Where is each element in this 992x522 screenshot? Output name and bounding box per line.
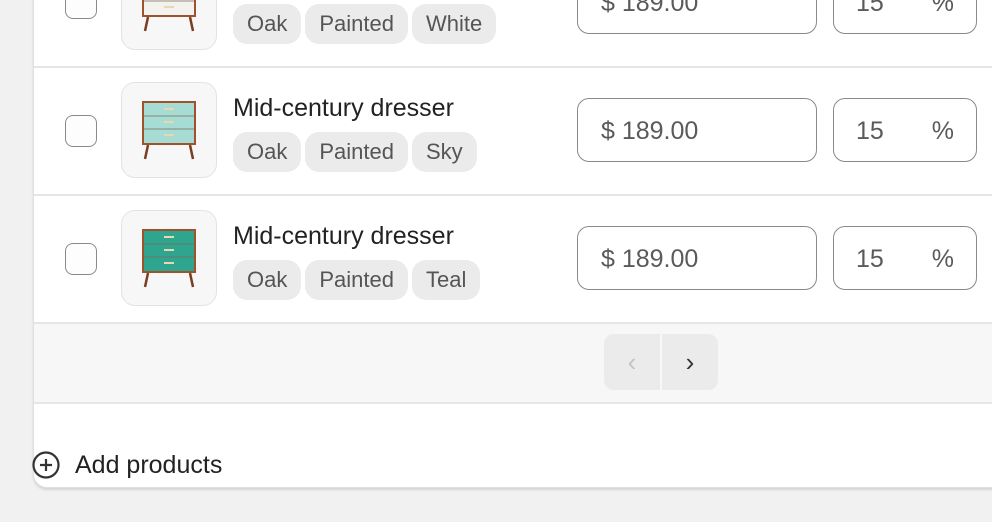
tag-list: Oak Painted Sky	[233, 132, 477, 172]
tag: Painted	[305, 132, 408, 172]
tag: Painted	[305, 260, 408, 300]
discount-value: 15	[856, 117, 884, 145]
next-page-button[interactable]: ›	[662, 334, 718, 390]
previous-page-button[interactable]: ‹	[604, 334, 660, 390]
price-input[interactable]: $ 189.00	[577, 226, 817, 290]
dresser-image	[142, 101, 196, 160]
add-products-label: Add products	[75, 450, 223, 479]
discount-input[interactable]: 15%	[833, 0, 977, 34]
pagination: ‹ ›	[34, 324, 992, 404]
discount-value: 15	[856, 245, 884, 273]
row-checkbox[interactable]	[65, 243, 97, 275]
products-card: Mid-century dresser OakPaintedWhite $ 18…	[33, 0, 992, 488]
discount-input[interactable]: 15%	[833, 226, 977, 290]
tag-list: Oak Painted White	[233, 4, 497, 44]
product-thumbnail	[121, 82, 217, 178]
percent-suffix: %	[931, 117, 954, 145]
percent-suffix: %	[931, 245, 954, 273]
row-checkbox[interactable]	[65, 115, 97, 147]
product-thumbnail	[121, 0, 217, 50]
add-products-button[interactable]: Add products	[31, 450, 222, 480]
tag: Painted	[305, 4, 408, 44]
tag-list: Oak Painted Teal	[233, 260, 481, 300]
tag: Oak	[233, 132, 302, 172]
plus-circle-icon	[32, 451, 60, 479]
dresser-image	[142, 0, 196, 32]
discount-value: 15	[856, 0, 884, 17]
row-checkbox[interactable]	[65, 0, 97, 19]
tag: Oak	[233, 260, 302, 300]
product-title: Mid-century dresser	[233, 222, 454, 250]
product-thumbnail	[121, 210, 217, 306]
table-row: Mid-century dresser Oak Painted Teal $ 189…	[34, 196, 992, 324]
price-input[interactable]: $ 189.00	[577, 0, 817, 34]
product-title: Mid-century dresser	[233, 94, 454, 122]
discount-input[interactable]: 15%	[833, 98, 977, 162]
tag: Teal	[411, 260, 481, 300]
price-input[interactable]: $ 189.00	[577, 98, 817, 162]
table-row: Mid-century dresser Oak Painted Sky $ 189.…	[34, 68, 992, 196]
tag: White	[411, 4, 497, 44]
tag: Oak	[233, 4, 302, 44]
table-row: Mid-century dresser OakPaintedWhite $ 18…	[34, 0, 992, 68]
tag: Sky	[411, 132, 477, 172]
percent-suffix: %	[931, 0, 954, 17]
dresser-image	[142, 229, 196, 288]
